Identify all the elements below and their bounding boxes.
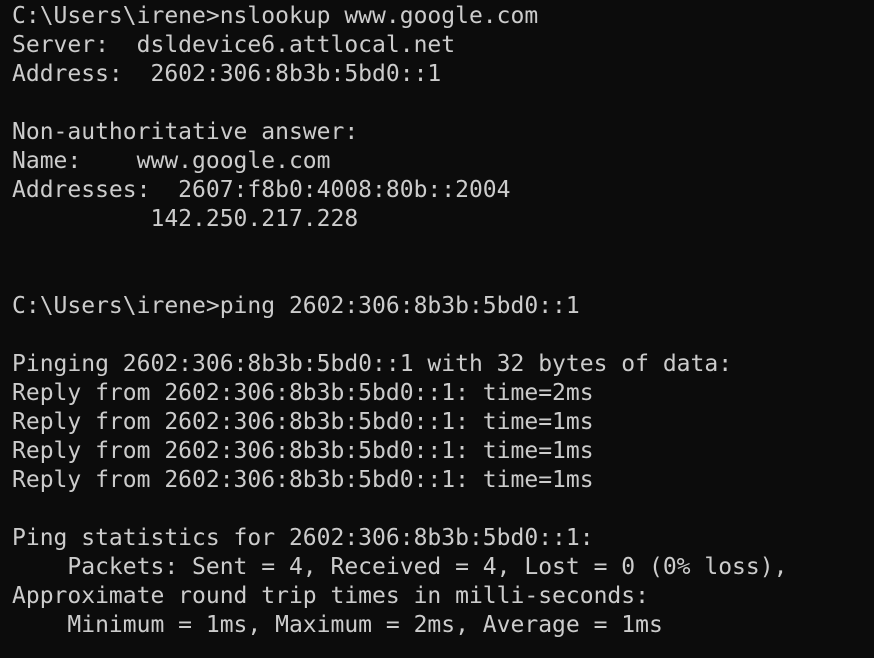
output-line-reply: Reply from 2602:306:8b3b:5bd0::1: time=1… [12, 467, 594, 493]
terminal-output[interactable]: C:\Users\irene>nslookup www.google.com S… [0, 0, 874, 658]
command-line-ping: C:\Users\irene>ping 2602:306:8b3b:5bd0::… [12, 293, 580, 319]
output-line-addresses-ipv4: 142.250.217.228 [12, 206, 359, 232]
output-line-address: Address: 2602:306:8b3b:5bd0::1 [12, 61, 442, 87]
output-line-packets: Packets: Sent = 4, Received = 4, Lost = … [12, 554, 788, 580]
output-line-reply: Reply from 2602:306:8b3b:5bd0::1: time=1… [12, 409, 594, 435]
output-line-reply: Reply from 2602:306:8b3b:5bd0::1: time=2… [12, 380, 594, 406]
output-line-min-max-avg: Minimum = 1ms, Maximum = 2ms, Average = … [12, 612, 663, 638]
output-line-non-authoritative: Non-authoritative answer: [12, 119, 359, 145]
output-line-round-trip: Approximate round trip times in milli-se… [12, 583, 649, 609]
output-line-addresses-ipv6: Addresses: 2607:f8b0:4008:80b::2004 [12, 177, 511, 203]
output-line-reply: Reply from 2602:306:8b3b:5bd0::1: time=1… [12, 438, 594, 464]
output-line-server: Server: dsldevice6.attlocal.net [12, 32, 456, 58]
output-line-ping-statistics: Ping statistics for 2602:306:8b3b:5bd0::… [12, 525, 594, 551]
output-line-name: Name: www.google.com [12, 148, 331, 174]
output-line-pinging: Pinging 2602:306:8b3b:5bd0::1 with 32 by… [12, 351, 733, 377]
command-line-nslookup: C:\Users\irene>nslookup www.google.com [12, 3, 539, 29]
